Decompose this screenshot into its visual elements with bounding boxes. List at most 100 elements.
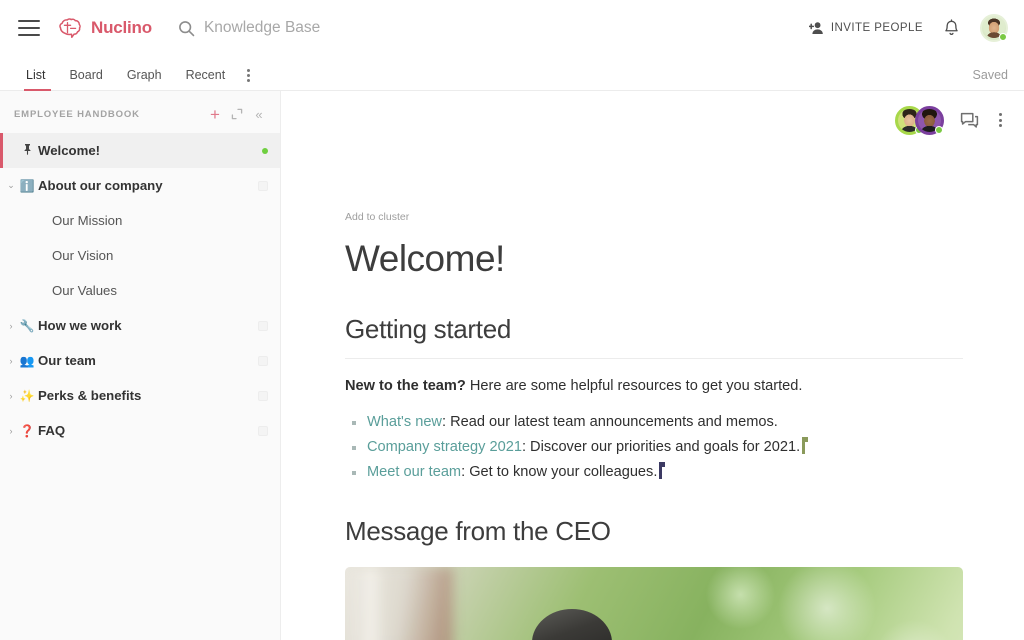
- tab-more-menu-icon[interactable]: [237, 69, 260, 90]
- chevron-icon[interactable]: ›: [4, 391, 18, 401]
- link-company-strategy[interactable]: Company strategy 2021: [367, 439, 522, 455]
- sidebar-item-welcome[interactable]: Welcome!: [0, 133, 280, 168]
- item-emoji-icon: ❓: [19, 423, 35, 438]
- top-bar-actions: INVITE PEOPLE: [808, 14, 1008, 42]
- list-item-text: : Read our latest team announcements and…: [441, 413, 778, 430]
- list-item: Company strategy 2021: Discover our prio…: [345, 435, 1024, 460]
- collaborator-cursor-green: [802, 436, 809, 454]
- invite-people-button[interactable]: INVITE PEOPLE: [808, 21, 923, 35]
- save-status: Saved: [972, 68, 1008, 82]
- brand-logo[interactable]: Nuclino: [58, 18, 152, 38]
- brand-name: Nuclino: [91, 18, 152, 37]
- link-whats-new[interactable]: What's new: [367, 414, 442, 430]
- add-person-icon: [808, 22, 823, 34]
- sidebar: EMPLOYEE HANDBOOK + « Welcome! ⌄ ℹ️ About o…: [0, 91, 281, 640]
- list-item: Meet our team: Get to know your colleagu…: [345, 460, 1024, 485]
- sidebar-item-label: Our Mission: [52, 213, 123, 228]
- chevron-icon[interactable]: ›: [4, 321, 18, 331]
- sidebar-title: EMPLOYEE HANDBOOK: [14, 108, 140, 120]
- page-count-icon: [258, 390, 268, 401]
- sidebar-item-label: Our team: [38, 353, 96, 368]
- intro-bold-text: New to the team?: [345, 377, 466, 394]
- sidebar-item-how-we-work[interactable]: › 🔧 How we work: [0, 308, 280, 343]
- sidebar-item-our-vision[interactable]: Our Vision: [0, 238, 280, 273]
- list-item: What's new: Read our latest team announc…: [345, 410, 1024, 435]
- page-count-icon: [258, 180, 268, 191]
- unread-status-dot: [262, 147, 268, 154]
- collaborator-cursor-purple: [659, 462, 666, 480]
- sidebar-item-label: Our Values: [52, 283, 117, 298]
- page-count-icon: [258, 425, 268, 436]
- chevron-icon[interactable]: ›: [4, 356, 18, 366]
- document-toolbar: [895, 91, 1024, 139]
- page-count-icon: [258, 355, 268, 366]
- sidebar-item-label: Perks & benefits: [38, 388, 142, 403]
- plus-icon: +: [210, 104, 220, 124]
- link-meet-our-team[interactable]: Meet our team: [367, 464, 461, 480]
- chevron-icon[interactable]: ⌄: [4, 180, 18, 191]
- collaborator-avatar-2[interactable]: [915, 105, 944, 135]
- sidebar-item-about-our-company[interactable]: ⌄ ℹ️ About our company: [0, 168, 280, 203]
- nuclino-app: Nuclino INVITE PEOPLE: [0, 0, 1024, 640]
- sidebar-item-label: Our Vision: [52, 248, 114, 263]
- user-avatar[interactable]: [980, 14, 1008, 42]
- top-bar: Nuclino INVITE PEOPLE: [0, 0, 1024, 56]
- page-indicator: [258, 180, 268, 191]
- list-item-text: : Get to know your colleagues.: [461, 464, 658, 481]
- comment-button[interactable]: [960, 112, 979, 129]
- expand-button[interactable]: [226, 103, 248, 125]
- sidebar-item-label: How we work: [38, 318, 122, 333]
- tab-graph[interactable]: Graph: [115, 68, 174, 90]
- search-bar[interactable]: [178, 19, 809, 37]
- online-status-dot: [999, 33, 1007, 41]
- video-background-window: [345, 566, 453, 640]
- document-content: Add to cluster Welcome! Getting started …: [281, 91, 1024, 640]
- page-indicator: [258, 425, 268, 436]
- collaborator-avatars: [895, 105, 944, 135]
- invite-people-label: INVITE PEOPLE: [830, 22, 923, 34]
- section-heading-getting-started: Getting started: [345, 313, 512, 344]
- app-body: EMPLOYEE HANDBOOK + « Welcome! ⌄ ℹ️ About o…: [0, 91, 1024, 640]
- video-person: [463, 601, 695, 640]
- hamburger-icon[interactable]: [18, 20, 40, 36]
- resource-list: What's new: Read our latest team announc…: [345, 410, 1024, 486]
- page-indicator: [258, 355, 268, 366]
- tab-recent[interactable]: Recent: [174, 68, 238, 90]
- ceo-video-embed[interactable]: [345, 566, 963, 640]
- chevron-icon[interactable]: ›: [4, 426, 18, 436]
- comment-icon: [960, 112, 979, 128]
- sidebar-header: EMPLOYEE HANDBOOK + «: [0, 97, 280, 131]
- search-input[interactable]: [203, 19, 564, 37]
- page-indicator: [258, 320, 268, 331]
- unread-indicator: [262, 147, 268, 154]
- pin-icon: [22, 143, 34, 158]
- double-chevron-left-icon: «: [255, 106, 263, 122]
- item-emoji-icon: 👥: [19, 353, 35, 368]
- tab-board[interactable]: Board: [57, 68, 114, 90]
- document-more-menu-icon[interactable]: [995, 111, 1006, 129]
- collapse-sidebar-button[interactable]: «: [248, 103, 270, 125]
- sidebar-item-our-team[interactable]: › 👥 Our team: [0, 343, 280, 378]
- intro-paragraph: New to the team? Here are some helpful r…: [345, 376, 1024, 398]
- item-emoji-icon: ✨: [19, 388, 35, 403]
- view-tabs: List Board Graph Recent: [18, 68, 260, 91]
- document-pane: Add to cluster Welcome! Getting started …: [281, 91, 1024, 640]
- search-icon: [179, 20, 195, 36]
- person-hair: [532, 608, 612, 640]
- sidebar-item-list: Welcome! ⌄ ℹ️ About our company Our Mission O…: [0, 131, 280, 640]
- item-emoji-icon: 🔧: [19, 318, 35, 333]
- tab-list[interactable]: List: [18, 68, 57, 91]
- sidebar-item-faq[interactable]: › ❓ FAQ: [0, 413, 280, 448]
- sidebar-item-our-mission[interactable]: Our Mission: [0, 203, 280, 238]
- sidebar-item-label: FAQ: [38, 423, 66, 438]
- section-heading-message-from-ceo: Message from the CEO: [345, 515, 611, 546]
- list-item-text: : Discover our priorities and goals for …: [521, 438, 801, 455]
- sidebar-item-our-values[interactable]: Our Values: [0, 273, 280, 308]
- page-title: Welcome!: [345, 238, 505, 279]
- sidebar-item-label: Welcome!: [38, 143, 101, 158]
- sidebar-item-perks-benefits[interactable]: › ✨ Perks & benefits: [0, 378, 280, 413]
- bell-icon[interactable]: [943, 18, 960, 38]
- add-item-button[interactable]: +: [204, 103, 226, 125]
- online-status-dot: [935, 125, 943, 134]
- page-indicator: [258, 390, 268, 401]
